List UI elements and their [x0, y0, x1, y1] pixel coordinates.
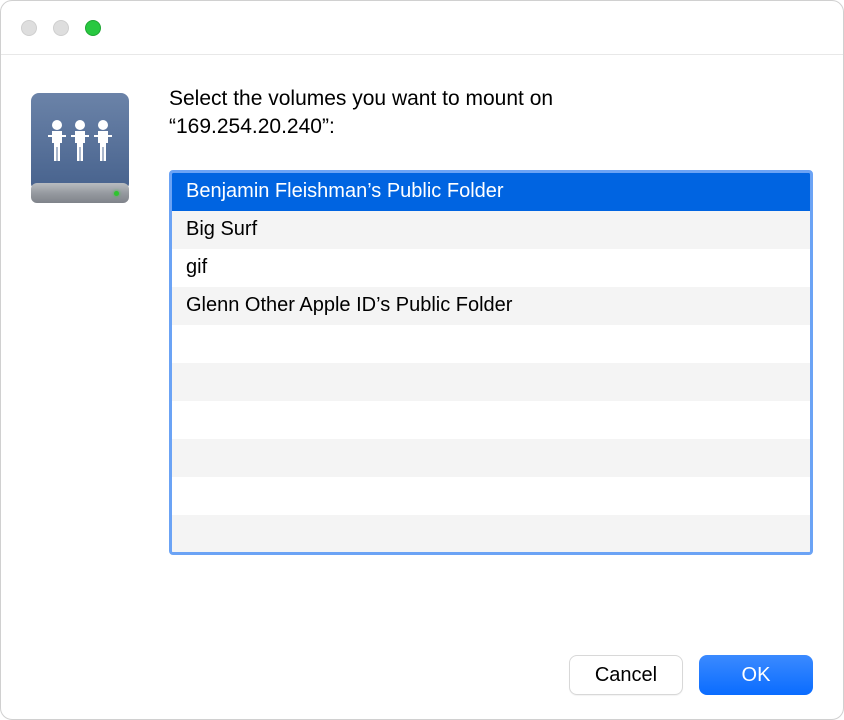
close-button[interactable] [21, 20, 37, 36]
people-icon [43, 117, 117, 165]
minimize-button[interactable] [53, 20, 69, 36]
zoom-button[interactable] [85, 20, 101, 36]
button-row: Cancel OK [569, 655, 813, 695]
icon-column [31, 85, 141, 555]
cancel-button[interactable]: Cancel [569, 655, 683, 695]
prompt-line2: “169.254.20.240”: [169, 115, 335, 138]
prompt-text: Select the volumes you want to mount on … [169, 85, 813, 142]
empty-row [172, 401, 810, 439]
volume-row[interactable]: Benjamin Fleishman’s Public Folder [172, 173, 810, 211]
empty-row [172, 477, 810, 515]
volume-row[interactable]: gif [172, 249, 810, 287]
dialog-window: Select the volumes you want to mount on … [0, 0, 844, 720]
ok-button[interactable]: OK [699, 655, 813, 695]
network-server-icon [31, 93, 129, 203]
volume-list[interactable]: Benjamin Fleishman’s Public FolderBig Su… [172, 173, 810, 552]
volume-list-container: Benjamin Fleishman’s Public FolderBig Su… [169, 170, 813, 555]
empty-row [172, 515, 810, 552]
dialog-content: Select the volumes you want to mount on … [1, 55, 843, 575]
volume-row[interactable]: Big Surf [172, 211, 810, 249]
main-column: Select the volumes you want to mount on … [169, 85, 813, 555]
empty-row [172, 363, 810, 401]
empty-row [172, 325, 810, 363]
titlebar [1, 1, 843, 55]
volume-row[interactable]: Glenn Other Apple ID’s Public Folder [172, 287, 810, 325]
empty-row [172, 439, 810, 477]
prompt-line1: Select the volumes you want to mount on [169, 87, 553, 110]
